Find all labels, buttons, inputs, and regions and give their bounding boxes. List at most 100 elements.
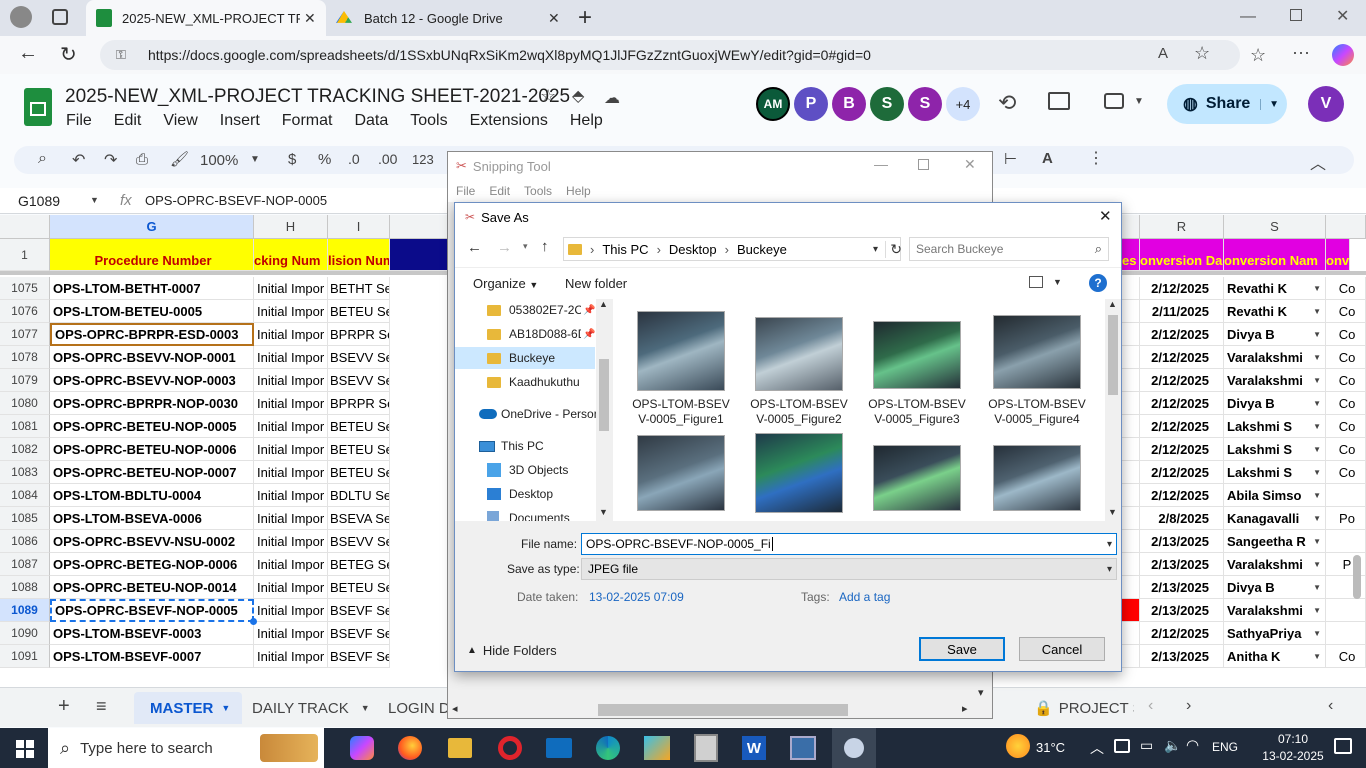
cell[interactable] [1122,645,1140,668]
tree-item-selected[interactable]: Buckeye [455,347,595,369]
row-header[interactable]: 1080 [0,392,50,415]
chevron-down-icon[interactable]: ▼ [1313,399,1321,408]
cell-status[interactable]: Po [1326,507,1366,530]
row-header[interactable]: 1075 [0,277,50,300]
scroll-down-icon[interactable]: ▾ [978,686,984,699]
file-label[interactable]: OPS-LTOM-BSEV V-0005_Figure2 [744,397,854,427]
header-conversion-name[interactable]: onversion Nam [1224,239,1326,271]
cell-status[interactable] [1326,484,1366,507]
cell[interactable] [1122,438,1140,461]
close-tab-icon[interactable]: ✕ [304,10,316,27]
breadcrumb-buckeye[interactable]: Buckeye [737,242,787,257]
cell-conversion-name[interactable]: SathyaPriya ▼ [1224,622,1326,645]
user-avatar[interactable]: V [1308,86,1344,122]
name-box[interactable]: G1089 [18,193,60,209]
notifications-icon[interactable] [1334,738,1352,754]
cell[interactable] [1122,599,1140,622]
cell-conversion-date[interactable]: 2/12/2025 [1140,323,1224,346]
chevron-down-icon[interactable]: ▼ [1313,629,1321,638]
chevron-down-icon[interactable]: ▼ [221,703,230,713]
cell-tracking-number[interactable]: Initial Impor [254,369,328,392]
menu-file[interactable]: File [66,112,92,130]
cell[interactable] [1122,346,1140,369]
document-title[interactable]: 2025-NEW_XML-PROJECT TRACKING SHEET-2021… [65,86,570,108]
temperature[interactable]: 31°C [1036,740,1065,755]
cell-procedure-number[interactable]: OPS-OPRC-BPRPR-NOP-0030 [50,392,254,415]
cell-revision-number[interactable]: BETEG Se [328,553,390,576]
cell-conversion-name[interactable]: Sangeetha R ▼ [1224,530,1326,553]
new-tab-icon[interactable]: + [578,4,592,32]
cell-revision-number[interactable]: BETEU Se [328,300,390,323]
cell-procedure-number[interactable]: OPS-OPRC-BETEU-NOP-0014 [50,576,254,599]
row-header[interactable]: 1086 [0,530,50,553]
row-header[interactable]: 1091 [0,645,50,668]
cell-tracking-number[interactable]: Initial Impor [254,392,328,415]
cell[interactable] [1122,576,1140,599]
scroll-left-icon[interactable]: ◂ [452,702,458,715]
fill-handle[interactable] [250,618,257,625]
share-button[interactable]: ◍ Share ▼ [1167,84,1287,124]
cell-revision-number[interactable]: BPRPR Se [328,323,390,346]
cell-procedure-number[interactable]: OPS-OPRC-BSEVF-NOP-0005 [50,599,254,622]
close-icon[interactable]: ✕ [1099,207,1112,225]
cell-status[interactable]: Co [1326,346,1366,369]
cell-revision-number[interactable]: BSEVF Se [328,599,390,622]
chevron-down-icon[interactable]: ▾ [873,244,878,255]
header-cell[interactable] [390,239,450,271]
cell-conversion-name[interactable]: Revathi K ▼ [1224,277,1326,300]
tray-app-icon[interactable] [1114,739,1130,753]
cell-conversion-name[interactable]: Lakshmi S ▼ [1224,461,1326,484]
cell[interactable] [1122,415,1140,438]
percent-button[interactable]: % [318,151,331,168]
cell[interactable] [1122,553,1140,576]
snip-horizontal-scrollbar[interactable] [598,704,848,716]
forward-icon[interactable]: → [497,239,512,256]
column-header-g[interactable]: G [50,215,254,239]
cell-tracking-number[interactable]: Initial Impor [254,415,328,438]
file-thumbnail[interactable] [637,311,725,391]
all-sheets-icon[interactable]: ≡ [96,696,107,717]
cell-revision-number[interactable]: BSEVA Se [328,507,390,530]
breadcrumb-desktop[interactable]: Desktop [669,242,717,257]
cell-conversion-name[interactable]: Varalakshmi ▼ [1224,599,1326,622]
cell[interactable] [1122,277,1140,300]
meet-icon[interactable] [1104,93,1124,109]
organize-button[interactable]: Organize ▼ [473,276,538,291]
windows-start-icon[interactable] [16,740,34,758]
cell-conversion-name[interactable]: Varalakshmi ▼ [1224,553,1326,576]
avatar[interactable]: S [870,87,904,121]
cloud-status-icon[interactable]: ☁ [604,88,620,108]
decrease-decimal-button[interactable]: .0 [348,151,360,167]
snip-menu-file[interactable]: File [456,184,475,198]
minimize-icon[interactable]: — [874,156,888,172]
read-aloud-icon[interactable]: A [1158,45,1168,62]
cell-conversion-name[interactable]: Varalakshmi ▼ [1224,346,1326,369]
text-color-icon[interactable]: A [1042,150,1053,167]
row-header[interactable]: 1083 [0,461,50,484]
header-tracking-number[interactable]: cking Num [254,239,328,271]
clock-time[interactable]: 07:10 [1258,732,1328,746]
more-vert-icon[interactable]: ⋮ [1088,148,1104,168]
scroll-tabs-right-icon[interactable]: › [1186,697,1191,715]
search-buckeye-input[interactable]: Search Buckeye ⌕ [909,237,1109,261]
menu-tools[interactable]: Tools [410,112,447,130]
column-header-q[interactable] [1122,215,1140,239]
collapse-toolbar-icon[interactable]: ︿ [1310,150,1326,174]
breadcrumb-this-pc[interactable]: This PC [602,242,648,257]
up-icon[interactable]: ↑ [541,238,549,255]
cell-conversion-date[interactable]: 2/12/2025 [1140,484,1224,507]
back-icon[interactable]: ← [467,239,482,256]
cell-tracking-number[interactable]: Initial Impor [254,530,328,553]
star-icon[interactable]: ☆ [540,86,556,107]
chevron-down-icon[interactable]: ▼ [1313,514,1321,523]
cell-revision-number[interactable]: BPRPR Se [328,392,390,415]
sheet-tab-master[interactable]: MASTER ▼ [134,692,242,724]
explore-collapse-icon[interactable]: ‹ [1328,697,1333,715]
chevron-down-icon[interactable]: ▼ [1313,330,1321,339]
tab-actions-icon[interactable] [52,9,68,25]
cell-conversion-name[interactable]: Revathi K ▼ [1224,300,1326,323]
copilot-taskbar-icon[interactable] [350,736,374,760]
cell-tracking-number[interactable]: Initial Impor [254,507,328,530]
language-indicator[interactable]: ENG [1212,740,1238,754]
cell-status[interactable]: Co [1326,323,1366,346]
